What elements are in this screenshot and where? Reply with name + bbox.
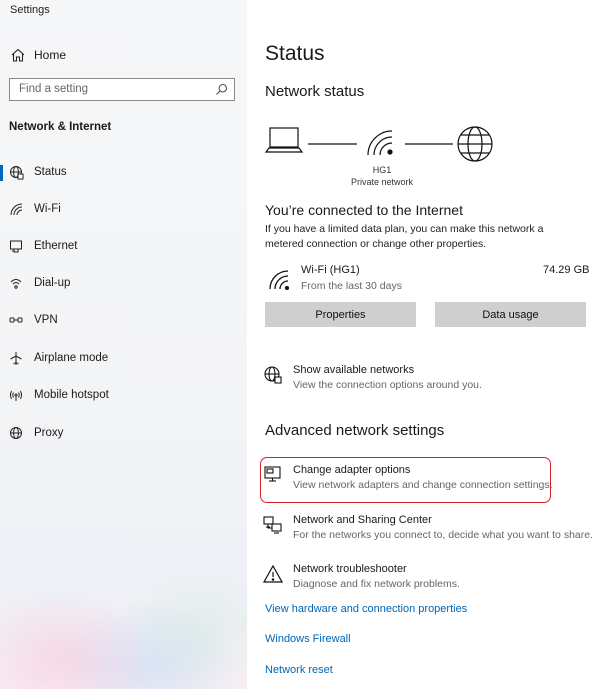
- wifi-period: From the last 30 days: [301, 280, 402, 292]
- home-label: Home: [34, 48, 67, 62]
- page-title: Status: [265, 42, 325, 65]
- option-title: Change adapter options: [293, 464, 411, 476]
- globe-icon: [9, 426, 24, 441]
- sidebar-item-label: Dial-up: [34, 277, 71, 289]
- data-usage-button[interactable]: Data usage: [435, 302, 586, 327]
- sidebar-item-airplane[interactable]: Airplane mode: [0, 344, 247, 374]
- advanced-settings-heading: Advanced network settings: [265, 422, 445, 439]
- sidebar-item-dialup[interactable]: Dial-up: [0, 269, 247, 299]
- option-subtitle: Diagnose and fix network problems.: [293, 578, 460, 590]
- sidebar-item-hotspot[interactable]: Mobile hotspot: [0, 381, 247, 411]
- app-title: Settings: [10, 4, 50, 16]
- sidebar-item-label: VPN: [34, 314, 58, 326]
- vpn-icon: [9, 313, 24, 328]
- hotspot-icon: [9, 388, 24, 403]
- sharing-center-icon: [263, 515, 283, 535]
- sidebar-item-label: Ethernet: [34, 240, 78, 252]
- main-content: Status Network status HG1 Private networ…: [247, 0, 600, 689]
- ethernet-icon: [9, 239, 24, 254]
- sidebar-item-proxy[interactable]: Proxy: [0, 419, 247, 449]
- sidebar-item-label: Status: [34, 166, 67, 178]
- option-subtitle: View network adapters and change connect…: [293, 479, 553, 491]
- dialup-icon: [9, 276, 24, 291]
- laptop-icon: [265, 127, 304, 153]
- option-title: Network troubleshooter: [293, 563, 407, 575]
- connected-description: If you have a limited data plan, you can…: [265, 223, 544, 250]
- internet-globe-icon: [457, 126, 493, 162]
- sidebar-background-glow: [0, 509, 247, 689]
- windows-firewall-link[interactable]: Windows Firewall: [265, 633, 351, 645]
- network-status-heading: Network status: [265, 83, 365, 100]
- network-adapter-icon: [263, 465, 283, 485]
- sidebar-item-label: Proxy: [34, 427, 64, 439]
- sidebar-item-vpn[interactable]: VPN: [0, 306, 247, 336]
- active-indicator: [0, 165, 3, 181]
- search-icon[interactable]: [215, 83, 228, 96]
- section-title: Network & Internet: [9, 121, 112, 133]
- wifi-icon: [9, 202, 24, 217]
- properties-button[interactable]: Properties: [265, 302, 416, 327]
- globe-network-icon: [263, 365, 283, 385]
- wifi-connection-name: Wi-Fi (HG1): [301, 264, 360, 276]
- search-box[interactable]: [9, 78, 235, 101]
- sidebar-item-label: Wi-Fi: [34, 203, 61, 215]
- option-subtitle: View the connection options around you.: [293, 379, 482, 391]
- warning-icon: [263, 564, 283, 584]
- sidebar-item-label: Mobile hotspot: [34, 389, 109, 401]
- search-input[interactable]: [19, 83, 209, 95]
- option-title: Show available networks: [293, 364, 415, 376]
- connected-heading: You’re connected to the Internet: [265, 202, 463, 218]
- wifi-router-icon: [367, 130, 393, 156]
- home-icon: [10, 47, 26, 63]
- network-reset-link[interactable]: Network reset: [265, 664, 333, 676]
- sidebar-item-label: Airplane mode: [34, 352, 109, 364]
- wifi-signal-icon: [268, 269, 290, 291]
- globe-status-icon: [9, 165, 24, 180]
- network-name: HG1: [372, 165, 392, 175]
- sidebar-item-wifi[interactable]: Wi-Fi: [0, 195, 247, 225]
- sidebar-item-status[interactable]: Status: [0, 158, 247, 188]
- option-subtitle: For the networks you connect to, decide …: [293, 529, 593, 541]
- network-type: Private network: [350, 177, 414, 187]
- sidebar: Settings Home Network & Internet Status: [0, 0, 247, 689]
- home-nav-item[interactable]: Home: [0, 44, 247, 66]
- option-title: Network and Sharing Center: [293, 514, 432, 526]
- airplane-icon: [9, 351, 24, 366]
- hardware-properties-link[interactable]: View hardware and connection properties: [265, 603, 467, 615]
- sidebar-item-ethernet[interactable]: Ethernet: [0, 232, 247, 262]
- wifi-data-usage: 74.29 GB: [543, 264, 590, 276]
